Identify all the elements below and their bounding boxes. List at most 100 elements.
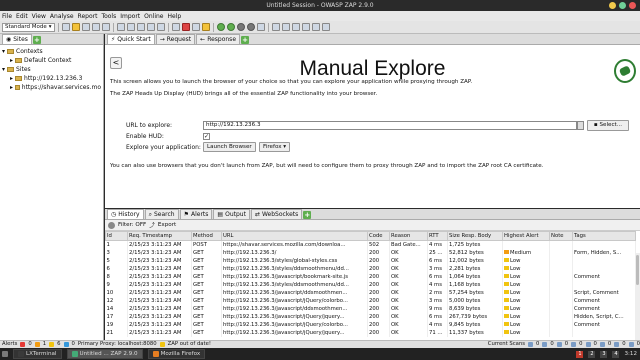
table-row[interactable]: 9 2/15/23 3:11:23 AM GET http://192.13.236.… (105, 280, 636, 289)
column-header[interactable]: Id (105, 231, 128, 241)
column-header[interactable]: Code (367, 231, 390, 241)
column-header[interactable]: Size Resp. Body (447, 231, 503, 241)
minimize-button[interactable] (609, 2, 616, 9)
tree-item[interactable]: ▾ Sites (2, 65, 101, 74)
table-row[interactable]: 19 2/15/23 3:11:23 AM GET http://192.13.236… (105, 320, 636, 329)
table-row[interactable]: 6 2/15/23 3:11:23 AM GET http://192.13.236.… (105, 264, 636, 273)
expander-icon[interactable]: ▸ (10, 74, 13, 83)
lock-icon[interactable] (201, 23, 210, 31)
start-menu-icon[interactable] (2, 351, 8, 357)
new-session-icon[interactable] (61, 23, 70, 31)
maximize-button[interactable] (619, 2, 626, 9)
history-scrollbar[interactable] (635, 253, 640, 340)
taskbar-item[interactable]: Untitled ... ZAP 2.9.0 (66, 349, 143, 359)
table-row[interactable]: 14 2/15/23 3:11:23 AM GET http://192.13.236… (105, 304, 636, 313)
mode-select[interactable]: Standard Mode ▾ (2, 22, 55, 32)
menu-view[interactable]: View (32, 13, 46, 20)
tree-item[interactable]: ▸ http://192.13.236.3 (2, 74, 101, 83)
options-icon[interactable] (116, 23, 125, 31)
snapshot-icon[interactable] (91, 23, 100, 31)
drop-icon[interactable] (236, 23, 245, 31)
filter-icon[interactable] (108, 221, 115, 229)
table-row[interactable]: 17 2/15/23 3:11:23 AM GET http://192.13.236… (105, 312, 636, 321)
close-button[interactable] (629, 2, 636, 9)
menu-analyse[interactable]: Analyse (50, 13, 74, 20)
save-session-icon[interactable] (81, 23, 90, 31)
layout-icon[interactable] (126, 23, 135, 31)
menu-file[interactable]: File (2, 13, 12, 20)
column-header[interactable]: Highest Alert (502, 231, 550, 241)
url-input[interactable]: http://192.13.236.3 (203, 121, 577, 130)
expander-icon[interactable]: ▸ (10, 83, 13, 92)
menu-help[interactable]: Help (168, 13, 182, 20)
hud-icon[interactable] (271, 23, 280, 31)
column-header[interactable]: Note (549, 231, 573, 241)
column-header[interactable]: Method (191, 231, 222, 241)
expander-icon[interactable]: ▾ (2, 47, 5, 56)
add-tab-button[interactable]: + (303, 211, 312, 219)
help-icon[interactable] (301, 23, 310, 31)
table-row[interactable]: 5 2/15/23 3:11:23 AM GET http://192.13.236.… (105, 256, 636, 265)
step-icon[interactable] (216, 23, 225, 31)
export-button[interactable]: Export (158, 222, 176, 228)
filter-status[interactable]: Filter: OFF (118, 222, 146, 228)
firefox-icon[interactable] (311, 23, 320, 31)
tab-request[interactable]: → Request (155, 34, 196, 44)
menu-report[interactable]: Report (78, 13, 98, 20)
open-session-icon[interactable] (71, 23, 80, 31)
menu-edit[interactable]: Edit (16, 13, 28, 20)
tab-quick-start[interactable]: ⚡ Quick Start (107, 34, 155, 44)
tree-item[interactable]: ▸ Default Context (2, 56, 101, 65)
workspace-switcher[interactable]: 2 (588, 350, 596, 358)
column-header[interactable]: RTT (427, 231, 448, 241)
terminal-icon[interactable] (281, 23, 290, 31)
tab-history[interactable]: ◷ History (107, 209, 144, 219)
table-row[interactable]: 8 2/15/23 3:11:23 AM GET http://192.13.236.… (105, 272, 636, 281)
workspace-switcher[interactable]: 4 (612, 350, 620, 358)
taskbar-item[interactable]: Mozilla Firefox (147, 349, 206, 359)
table-row[interactable]: 3 2/15/23 3:11:23 AM GET http://192.13.236.… (105, 248, 636, 257)
table-row[interactable]: 10 2/15/23 3:11:23 AM GET http://192.13.236… (105, 288, 636, 297)
menu-online[interactable]: Online (144, 13, 163, 20)
expand-icon[interactable] (156, 23, 165, 31)
table-row[interactable]: 12 2/15/23 3:11:23 AM GET http://192.13.236… (105, 296, 636, 305)
url-history-dropdown[interactable] (577, 121, 584, 130)
expander-icon[interactable]: ▸ (10, 56, 13, 65)
update-warning[interactable]: ZAP out of date! (168, 341, 211, 348)
show-tabs-icon[interactable] (171, 23, 180, 31)
tab-search[interactable]: ⌕ Search (144, 209, 179, 219)
tab-response[interactable]: ← Response (196, 34, 241, 44)
continue-icon[interactable] (226, 23, 235, 31)
add-tab-button[interactable]: + (241, 36, 250, 44)
browser-select[interactable]: Firefox ▾ (259, 142, 291, 152)
select-url-button[interactable]: ▪ Select... (587, 120, 629, 131)
column-header[interactable]: Tags (572, 231, 636, 241)
expander-icon[interactable]: ▾ (2, 65, 5, 74)
column-header[interactable]: URL (221, 231, 368, 241)
tabs-icon[interactable] (136, 23, 145, 31)
enable-hud-checkbox[interactable]: ✓ (203, 133, 210, 140)
add-tab-button[interactable]: + (32, 36, 41, 44)
tree-item[interactable]: ▾ Contexts (2, 47, 101, 56)
table-row[interactable]: 21 2/15/23 3:11:23 AM GET http://192.13.236… (105, 328, 636, 337)
filter-icon[interactable] (256, 23, 265, 31)
breakpoint-icon[interactable] (181, 23, 190, 31)
column-header[interactable]: Req. Timestamp (127, 231, 192, 241)
stop-icon[interactable] (246, 23, 255, 31)
scope-icon[interactable] (191, 23, 200, 31)
taskbar-item[interactable]: LXTerminal (13, 349, 62, 359)
browser-icon[interactable] (321, 23, 330, 31)
tab-websockets[interactable]: ⇄ WebSockets (250, 209, 303, 219)
tab-alerts[interactable]: ⚑ Alerts (179, 209, 213, 219)
column-header[interactable]: Reason (389, 231, 428, 241)
session-properties-icon[interactable] (101, 23, 110, 31)
tab-sites[interactable]: ◉ Sites (2, 34, 32, 44)
workspace-switcher[interactable]: 3 (600, 350, 608, 358)
tree-item[interactable]: ▸ https://shavar.services.mo (2, 83, 101, 92)
table-row[interactable]: 1 2/15/23 3:11:23 AM POST https://shavar.se… (105, 240, 636, 249)
menu-import[interactable]: Import (120, 13, 140, 20)
chat-icon[interactable] (291, 23, 300, 31)
workspace-switcher[interactable]: 1 (576, 350, 584, 358)
menu-tools[interactable]: Tools (101, 13, 116, 20)
tab-output[interactable]: ▤ Output (213, 209, 250, 219)
